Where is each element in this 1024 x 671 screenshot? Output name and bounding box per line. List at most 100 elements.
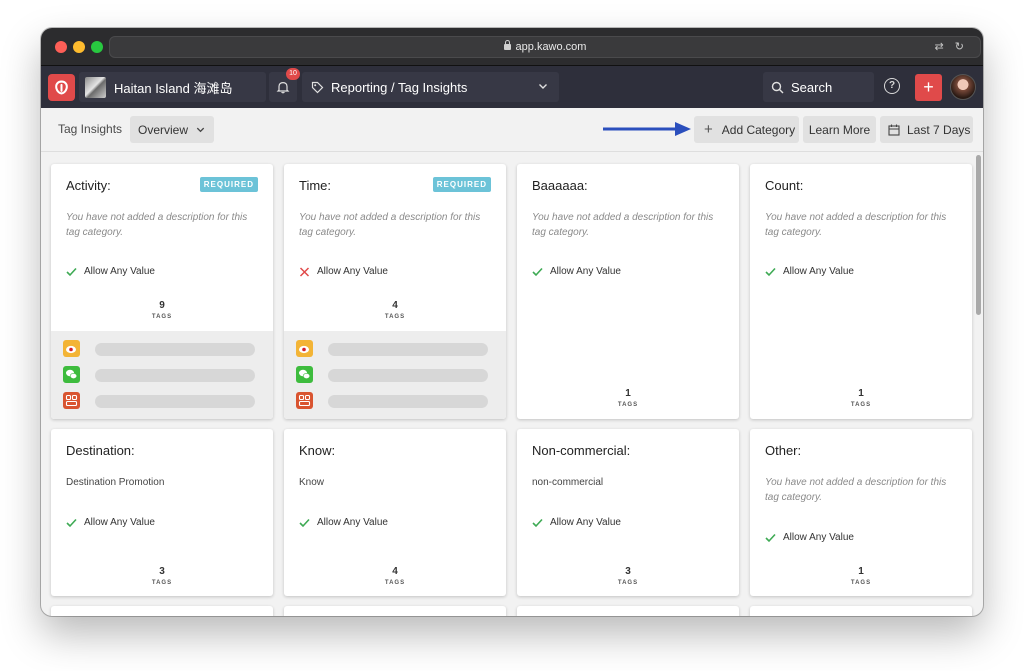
view-select[interactable]: Overview	[130, 116, 214, 143]
card-title: Non-commercial:	[532, 443, 631, 458]
card-description: Know	[299, 477, 325, 488]
close-window-button[interactable]	[55, 41, 67, 53]
allow-any-value-label: Allow Any Value	[84, 266, 155, 277]
card-title: Baaaaaa:	[532, 178, 588, 193]
allow-any-value: Allow Any Value	[765, 532, 854, 543]
view-select-value: Overview	[138, 122, 189, 137]
check-icon	[532, 518, 543, 527]
tag-count: 1	[625, 388, 631, 399]
card-description: non-commercial	[532, 477, 604, 488]
social-row-weibo	[296, 340, 496, 358]
zoom-window-button[interactable]	[91, 41, 103, 53]
card-description: Destination Promotion	[66, 477, 165, 488]
card-title: Other:	[765, 443, 802, 458]
tag-category-card-other[interactable]: Other: You have not added a description …	[750, 429, 972, 596]
allow-any-value-label: Allow Any Value	[317, 266, 388, 277]
xiaohongshu-icon	[63, 392, 80, 409]
tag-category-card-count[interactable]: Count: You have not added a description …	[750, 164, 972, 419]
loading-bar	[95, 369, 255, 382]
tags-label: TAGS	[850, 402, 872, 408]
learn-more-label: Learn More	[808, 122, 871, 137]
tag-category-card-baaaaaa[interactable]: Baaaaaa: You have not added a descriptio…	[517, 164, 739, 419]
address-bar[interactable]: app.kawo.com ⇄ ↻	[109, 36, 981, 58]
card-description: You have not added a description for thi…	[66, 212, 248, 238]
date-range-button[interactable]: Last 7 Days	[880, 116, 973, 143]
loading-bar	[95, 395, 255, 408]
xiaohongshu-icon	[296, 392, 313, 409]
allow-any-value: Allow Any Value	[299, 517, 388, 528]
allow-any-value-label: Allow Any Value	[783, 266, 854, 277]
reload-icon[interactable]: ⇄ ↻	[935, 37, 969, 57]
loading-bar	[328, 343, 488, 356]
social-row-wechat	[63, 366, 263, 384]
allow-any-value: Allow Any Value	[66, 266, 155, 277]
add-category-label: Add Category	[721, 122, 796, 137]
tag-count: 4	[392, 300, 398, 311]
search-icon	[771, 81, 784, 94]
user-avatar[interactable]	[950, 74, 976, 100]
tags-label: TAGS	[151, 580, 173, 586]
allow-any-value: Allow Any Value	[532, 517, 621, 528]
check-icon	[765, 267, 776, 276]
date-range-label: Last 7 Days	[907, 122, 971, 137]
add-category-button[interactable]: + Add Category	[694, 116, 799, 143]
social-row-xiaohongshu	[63, 392, 263, 410]
tags-label: TAGS	[850, 580, 872, 586]
tag-category-card-know[interactable]: Know: Know Allow Any Value 4 TAGS	[284, 429, 506, 596]
card-description: You have not added a description for thi…	[532, 212, 714, 238]
scrollbar-thumb[interactable]	[976, 155, 981, 315]
tag-count: 9	[159, 300, 165, 311]
bell-icon	[276, 81, 290, 94]
create-button[interactable]: +	[915, 74, 942, 101]
plus-icon: +	[704, 121, 713, 138]
required-badge: REQUIRED	[432, 177, 491, 192]
card-description: You have not added a description for thi…	[299, 212, 481, 238]
weibo-icon	[296, 340, 313, 357]
tag-category-card-destination[interactable]: Destination: Destination Promotion Allow…	[51, 429, 273, 596]
tag-count: 3	[625, 566, 631, 577]
social-row-xiaohongshu	[296, 392, 496, 410]
learn-more-button[interactable]: Learn More	[803, 116, 876, 143]
annotation-arrow	[603, 122, 691, 136]
help-button[interactable]: ?	[884, 78, 900, 94]
x-icon	[299, 266, 310, 277]
allow-any-value: Allow Any Value	[532, 266, 621, 277]
social-row-wechat	[296, 366, 496, 384]
notification-count-badge: 10	[286, 68, 300, 80]
search-button[interactable]: Search	[763, 72, 874, 102]
check-icon	[532, 267, 543, 276]
tag-category-card[interactable]	[517, 606, 739, 616]
search-label: Search	[791, 79, 833, 95]
org-switcher[interactable]: Haitan Island 海滩岛	[79, 72, 266, 102]
tag-icon	[311, 81, 324, 94]
social-row-weibo	[63, 340, 263, 358]
card-description: You have not added a description for thi…	[765, 477, 947, 503]
tag-category-card-time[interactable]: Time: REQUIRED You have not added a desc…	[284, 164, 506, 419]
section-selector[interactable]: Reporting / Tag Insights	[302, 72, 559, 102]
kawo-logo[interactable]	[48, 74, 75, 101]
tag-category-card[interactable]	[284, 606, 506, 616]
check-icon	[66, 518, 77, 527]
chevron-down-icon	[195, 124, 206, 135]
loading-bar	[328, 395, 488, 408]
minimize-window-button[interactable]	[73, 41, 85, 53]
card-title: Time:	[299, 178, 332, 193]
tag-category-card-activity[interactable]: Activity: REQUIRED You have not added a …	[51, 164, 273, 419]
check-icon	[66, 267, 77, 276]
card-title: Know:	[299, 443, 336, 458]
tag-category-card-non-commercial[interactable]: Non-commercial: non-commercial Allow Any…	[517, 429, 739, 596]
allow-any-value: Allow Any Value	[299, 266, 388, 277]
tag-count: 4	[392, 566, 398, 577]
allow-any-value: Allow Any Value	[66, 517, 155, 528]
tag-category-card[interactable]	[750, 606, 972, 616]
app-header: Haitan Island 海滩岛 10 Reporting / Tag Ins…	[41, 66, 983, 108]
tags-label: TAGS	[151, 314, 173, 320]
org-name: Haitan Island 海滩岛	[114, 80, 233, 96]
check-icon	[765, 533, 776, 542]
card-title: Count:	[765, 178, 804, 193]
allow-any-value-label: Allow Any Value	[550, 266, 621, 277]
tag-category-card[interactable]	[51, 606, 273, 616]
lock-icon	[503, 40, 511, 50]
weibo-icon	[63, 340, 80, 357]
required-badge: REQUIRED	[199, 177, 258, 192]
